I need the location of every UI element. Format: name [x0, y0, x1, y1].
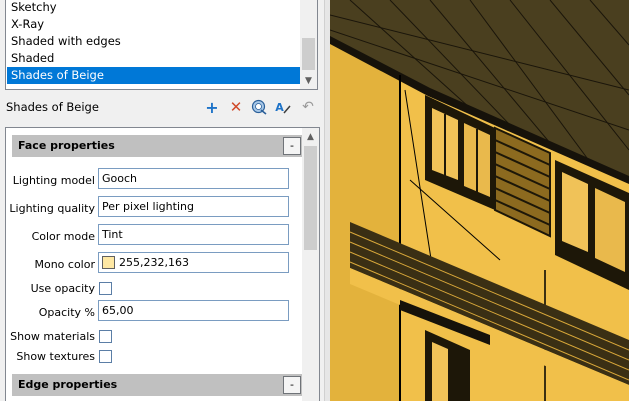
style-list-scroll-thumb[interactable]	[302, 38, 315, 70]
edge-properties-collapse-button[interactable]: -	[283, 376, 301, 394]
style-item-shaded[interactable]: Shaded	[7, 50, 301, 67]
mono-color-label: Mono color	[34, 258, 95, 271]
lighting-quality-field[interactable]: Per pixel lighting	[98, 196, 289, 217]
style-item-shades-of-beige[interactable]: Shades of Beige	[7, 67, 301, 84]
opacity-field[interactable]: 65,00	[98, 300, 289, 321]
show-textures-label: Show textures	[16, 350, 95, 363]
properties-scrollbar[interactable]: ▲	[302, 128, 319, 401]
face-properties-collapse-button[interactable]: -	[283, 137, 301, 155]
color-mode-field[interactable]: Tint	[98, 224, 289, 245]
building-model-render	[330, 0, 629, 401]
style-toolbar: Shades of Beige + ✕ A ↶	[0, 96, 324, 118]
face-properties-header: Face properties -	[12, 135, 303, 157]
delete-icon[interactable]: ✕	[227, 98, 245, 116]
undo-icon[interactable]: ↶	[299, 98, 317, 116]
current-style-name: Shades of Beige	[6, 100, 99, 114]
color-mode-label: Color mode	[31, 230, 95, 243]
mono-color-field[interactable]: 255,232,163	[98, 252, 289, 273]
show-materials-label: Show materials	[10, 330, 95, 343]
face-properties-title: Face properties	[18, 139, 115, 152]
show-materials-checkbox[interactable]	[99, 330, 112, 343]
side-wall	[330, 40, 400, 401]
use-opacity-checkbox[interactable]	[99, 282, 112, 295]
properties-panel: Face properties - Lighting model Gooch L…	[5, 127, 320, 401]
style-item-shaded-with-edges[interactable]: Shaded with edges	[7, 33, 301, 50]
style-list-scrollbar[interactable]: ▼	[300, 0, 317, 89]
save-style-icon[interactable]	[250, 98, 268, 116]
rename-icon[interactable]: A	[274, 98, 292, 116]
visual-style-list[interactable]: Sketchy X-Ray Shaded with edges Shaded S…	[5, 0, 318, 90]
mono-color-swatch[interactable]	[102, 256, 115, 269]
style-item-x-ray[interactable]: X-Ray	[7, 16, 301, 33]
chevron-up-icon[interactable]: ▲	[302, 128, 319, 145]
use-opacity-label: Use opacity	[30, 282, 95, 295]
edge-properties-title: Edge properties	[18, 378, 118, 391]
visual-styles-panel: Sketchy X-Ray Shaded with edges Shaded S…	[0, 0, 324, 401]
lighting-model-field[interactable]: Gooch	[98, 168, 289, 189]
opacity-label: Opacity %	[38, 306, 95, 319]
show-textures-checkbox[interactable]	[99, 350, 112, 363]
mono-color-value: 255,232,163	[119, 256, 189, 269]
lighting-model-label: Lighting model	[12, 174, 95, 187]
properties-scroll-thumb[interactable]	[304, 146, 317, 250]
edge-properties-header: Edge properties -	[12, 374, 303, 396]
style-item-sketchy[interactable]: Sketchy	[7, 0, 301, 16]
lighting-quality-label: Lighting quality	[9, 202, 95, 215]
3d-viewport[interactable]	[330, 0, 629, 401]
chevron-down-icon[interactable]: ▼	[300, 72, 317, 89]
add-icon[interactable]: +	[203, 98, 221, 117]
